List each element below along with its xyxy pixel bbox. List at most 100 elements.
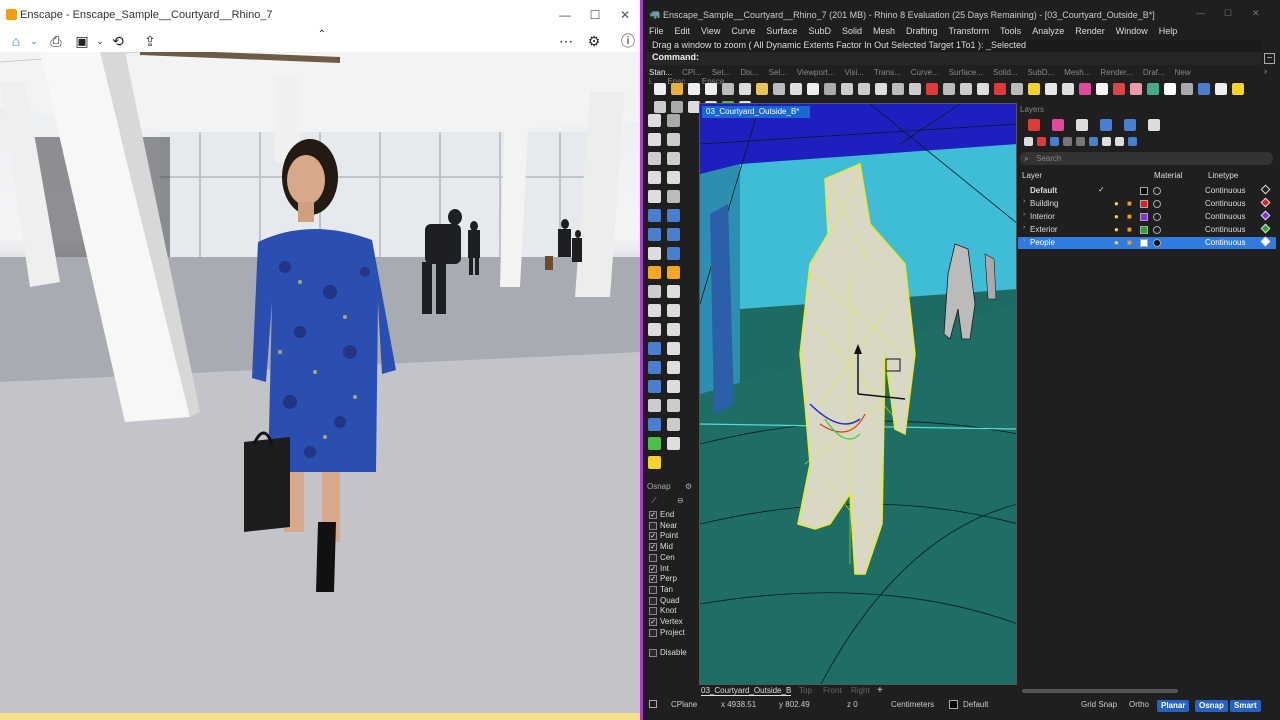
collapse-toolbar-icon[interactable]: ⌃	[312, 26, 332, 44]
toolbar-tool-icon[interactable]	[823, 83, 836, 95]
toolbar-tab[interactable]: Dis...	[740, 68, 758, 77]
col-layer[interactable]: Layer	[1022, 171, 1042, 180]
side-tool-icon[interactable]	[667, 190, 680, 203]
side-tool-icon[interactable]	[648, 285, 661, 298]
toolbar-tool-icon[interactable]	[704, 83, 717, 95]
perspective-viewport[interactable]: 03_Courtyard_Outside_B*	[699, 103, 1017, 685]
layer-color-swatch[interactable]	[1140, 187, 1148, 195]
toolbar-tool-icon[interactable]	[1214, 83, 1227, 95]
toolbar-tab[interactable]: Trans...	[874, 68, 901, 77]
toolbar-tab[interactable]: Set...	[712, 68, 731, 77]
toolbar-tool-icon[interactable]	[925, 83, 938, 95]
expand-arrow-icon[interactable]: ›	[1023, 211, 1025, 218]
toolbar-tool-icon[interactable]	[1146, 83, 1159, 95]
checkbox[interactable]: ✓	[649, 511, 657, 519]
toolbar-tab[interactable]: Mesh...	[1064, 68, 1090, 77]
toolbar-tab[interactable]: Curve...	[911, 68, 939, 77]
osnap-cen[interactable]: Cen	[649, 553, 699, 564]
chevron-right-icon[interactable]: ›	[1264, 66, 1267, 76]
layer-tool-icon[interactable]	[1128, 137, 1137, 146]
side-tool-icon[interactable]	[648, 342, 661, 355]
viewport-tab-03_courtyard_outside_b[interactable]: 03_Courtyard_Outside_B	[701, 686, 792, 696]
print-color-icon[interactable]	[1260, 236, 1271, 247]
lightbulb-icon[interactable]: ●	[1114, 199, 1119, 208]
toolbar-tab[interactable]: SubD...	[1027, 68, 1054, 77]
col-linetype[interactable]: Linetype	[1208, 171, 1238, 180]
toolbar-tab[interactable]: Stan...	[649, 68, 672, 77]
screenshot-icon[interactable]: ▣	[72, 32, 92, 50]
rhino-titlebar[interactable]: 🦏 Enscape_Sample__Courtyard__Rhino_7 (20…	[643, 6, 1280, 24]
layer-row-building[interactable]: › Building ● ■ Continuous	[1018, 197, 1276, 210]
current-layer-label[interactable]: Default	[963, 700, 988, 709]
checkbox[interactable]	[649, 596, 657, 605]
lock-icon[interactable]: ■	[1127, 212, 1132, 221]
side-tool-icon[interactable]	[667, 418, 680, 431]
units-label[interactable]: Centimeters	[891, 700, 934, 709]
side-tool-icon[interactable]	[667, 285, 680, 298]
lock-icon[interactable]: ■	[1127, 225, 1132, 234]
side-tool-icon[interactable]	[648, 418, 661, 431]
target-icon[interactable]: ⊖	[677, 496, 684, 505]
toolbar-tool-icon[interactable]	[772, 83, 785, 95]
checkbox[interactable]	[649, 628, 657, 637]
checkbox[interactable]: ✓	[649, 532, 657, 541]
viewport-title-tab[interactable]: 03_Courtyard_Outside_B*	[702, 106, 810, 118]
close-button[interactable]: ✕	[612, 6, 638, 24]
print-color-icon[interactable]	[1260, 223, 1271, 234]
home-icon[interactable]: ⌂	[6, 32, 26, 50]
checkbox[interactable]: ✓	[649, 564, 657, 573]
osnap-quad[interactable]: Quad	[649, 596, 699, 607]
toolbar-tab[interactable]: Draf...	[1143, 68, 1165, 77]
lock-icon[interactable]: ■	[1127, 199, 1132, 208]
layer-color-swatch[interactable]	[1140, 239, 1148, 247]
layer-color-swatch[interactable]	[1140, 226, 1148, 234]
toolbar-tool-icon[interactable]	[1078, 83, 1091, 95]
side-tool-icon[interactable]	[667, 228, 680, 241]
osnap-point[interactable]: ✓ Point	[649, 531, 699, 542]
toolbar-tool-icon[interactable]	[687, 83, 700, 95]
checkbox[interactable]	[649, 521, 657, 530]
side-tool-icon[interactable]	[667, 247, 680, 260]
add-viewport-icon[interactable]: +	[877, 685, 883, 696]
side-tool-icon[interactable]	[667, 171, 680, 184]
toolbar-tab[interactable]: Solid...	[993, 68, 1017, 77]
toolbar-tool-icon[interactable]	[1231, 83, 1244, 95]
horizontal-scrollbar[interactable]	[1022, 689, 1178, 693]
layer-row-people[interactable]: › People ● ■ Continuous	[1018, 236, 1276, 249]
lightbulb-icon[interactable]: ●	[1114, 212, 1119, 221]
panel-tab-icon[interactable]	[1052, 119, 1064, 131]
minimize-button[interactable]: —	[1196, 8, 1205, 18]
side-tool-icon[interactable]	[648, 190, 661, 203]
checkbox[interactable]: ✓	[649, 575, 657, 584]
expand-arrow-icon[interactable]: ›	[1023, 237, 1025, 244]
menu-item-solid[interactable]: Solid	[842, 26, 862, 36]
material-icon[interactable]	[1153, 213, 1161, 221]
grid-snap-toggle[interactable]: Grid Snap	[1081, 700, 1117, 709]
viewport-tab-top[interactable]: Top	[799, 686, 812, 695]
osnap-near[interactable]: Near	[649, 521, 699, 532]
upload-icon[interactable]: ⇪	[140, 32, 160, 50]
col-material[interactable]: Material	[1154, 171, 1182, 180]
side-tool-icon[interactable]	[648, 266, 661, 279]
side-tool-icon[interactable]	[667, 437, 680, 450]
side-tool-icon[interactable]	[667, 152, 680, 165]
panel-tab-icon[interactable]	[1100, 119, 1112, 131]
layer-linetype[interactable]: Continuous	[1205, 238, 1245, 247]
side-tool-icon[interactable]	[648, 304, 661, 317]
material-icon[interactable]	[1153, 226, 1161, 234]
checkbox[interactable]	[649, 553, 657, 562]
layer-linetype[interactable]: Continuous	[1205, 225, 1245, 234]
layer-tool-icon[interactable]	[1050, 137, 1059, 146]
menu-item-help[interactable]: Help	[1159, 26, 1178, 36]
menu-item-window[interactable]: Window	[1116, 26, 1148, 36]
toolbar-tool-icon[interactable]	[1010, 83, 1023, 95]
side-tool-icon[interactable]	[667, 399, 680, 412]
side-tool-icon[interactable]	[667, 133, 680, 146]
lightbulb-icon[interactable]: ●	[1114, 225, 1119, 234]
osnap-mid[interactable]: ✓ Mid	[649, 542, 699, 553]
osnap-project[interactable]: Project	[649, 628, 699, 639]
toolbar-tool-icon[interactable]	[1044, 83, 1057, 95]
menu-item-view[interactable]: View	[701, 26, 720, 36]
expand-arrow-icon[interactable]: ›	[1023, 198, 1025, 205]
toolbar-tool-icon[interactable]	[653, 83, 666, 95]
